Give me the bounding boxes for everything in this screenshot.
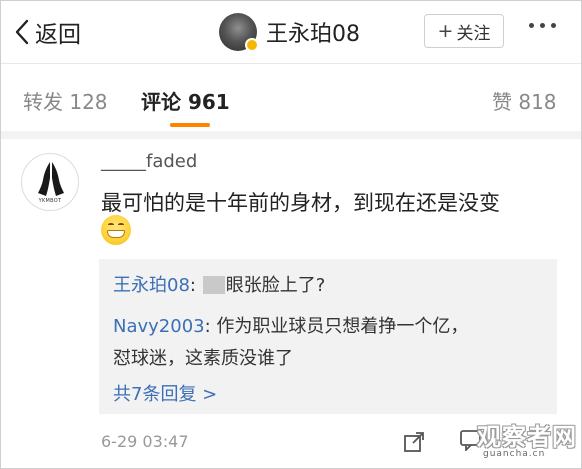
commenter-avatar[interactable]: YKMBOT [21,153,79,211]
share-icon[interactable] [403,431,425,453]
chevron-left-icon [15,19,29,45]
tab-label: 赞 [492,90,512,114]
tab-comments[interactable]: 评论 961 [141,86,230,115]
active-tab-indicator [170,123,210,127]
more-options-icon[interactable] [529,23,556,28]
comment-text: 最可怕的是十年前的身材，到现在还是没变 [101,191,500,215]
watermark-url: guancha.cn [483,449,546,459]
reply-thread[interactable]: 王永珀08: 眼张脸上了? Navy2003: 作为职业球员只想着挣一个亿， 怼… [99,259,557,414]
avatar[interactable] [219,13,259,52]
tab-count: 128 [69,90,108,114]
section-separator [1,131,581,139]
profile-header[interactable]: 王永珀08 [219,11,360,53]
blurred-text [202,276,225,294]
reply-text-continued: 怼球迷，这素质没谁了 [113,348,293,369]
profile-name: 王永珀08 [266,22,360,47]
reply-text: 眼张脸上了? [225,275,326,296]
comment-username[interactable]: _____faded [101,151,197,172]
praying-hands-icon [38,162,64,196]
back-label: 返回 [35,22,81,48]
watermark-logo: 观察者网 [477,423,577,451]
tab-count: 961 [187,90,230,114]
tab-label: 评论 [141,90,181,114]
vip-badge-icon [245,38,259,52]
reply-item: 王永珀08: 眼张脸上了? [113,275,326,296]
follow-button[interactable]: + 关注 [424,14,504,48]
back-button[interactable]: 返回 [15,15,81,49]
more-replies-link[interactable]: 共7条回复 > [113,380,217,406]
reply-text: 作为职业球员只想着挣一个亿， [216,316,469,337]
top-nav-bar: 返回 王永珀08 + 关注 [1,1,581,63]
grinning-face-emoji-icon [101,215,131,245]
comment-timestamp: 6-29 03:47 [101,432,189,451]
tab-label: 转发 [23,90,63,114]
tab-count: 818 [518,90,557,114]
follow-label: 关注 [456,23,491,44]
reply-item: Navy2003: 作为职业球员只想着挣一个亿， [113,316,469,337]
plus-icon: + [437,20,454,42]
tab-likes[interactable]: 赞 818 [492,86,557,115]
tab-reposts[interactable]: 转发 128 [23,86,108,115]
tab-bar: 转发 128 评论 961 赞 818 [1,64,581,130]
reply-username[interactable]: Navy2003 [113,316,205,337]
reply-username[interactable]: 王永珀08 [113,275,190,296]
avatar-brand-text: YKMBOT [38,198,62,204]
